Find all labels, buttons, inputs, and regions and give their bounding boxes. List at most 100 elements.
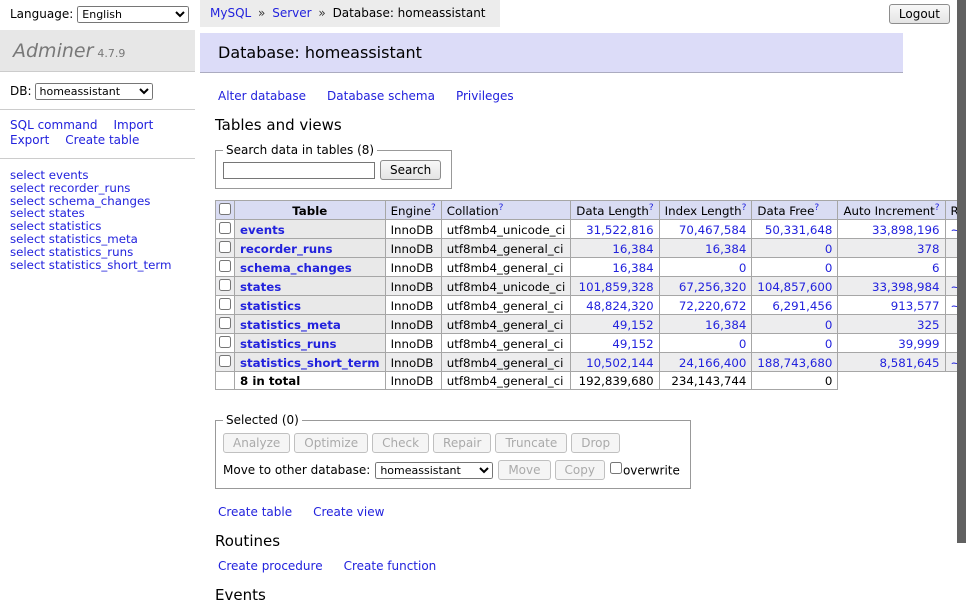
repair-button[interactable]: Repair — [433, 433, 491, 453]
index-length-link[interactable]: 70,467,584 — [679, 223, 747, 237]
data-free-link[interactable]: 0 — [825, 337, 833, 351]
search-button[interactable]: Search — [380, 160, 441, 180]
engine-cell: InnoDB — [385, 258, 441, 277]
overwrite-checkbox[interactable] — [610, 462, 622, 474]
sidebar-link-import[interactable]: Import — [113, 118, 153, 132]
help-icon[interactable]: ? — [649, 203, 654, 213]
table-link[interactable]: statistics — [240, 299, 301, 313]
data-length-link[interactable]: 10,502,144 — [586, 356, 654, 370]
row-checkbox[interactable] — [219, 241, 231, 253]
auto-increment-link[interactable]: 33,898,196 — [872, 223, 940, 237]
row-checkbox[interactable] — [219, 279, 231, 291]
sidebar-link-create-table[interactable]: Create table — [65, 133, 139, 147]
copy-button[interactable]: Copy — [555, 460, 605, 480]
help-icon[interactable]: ? — [499, 203, 504, 213]
row-checkbox[interactable] — [219, 222, 231, 234]
data-free-link[interactable]: 0 — [825, 242, 833, 256]
language-select[interactable]: English — [77, 6, 189, 23]
auto-increment-link[interactable]: 325 — [917, 318, 940, 332]
breadcrumb-server-link[interactable]: Server — [272, 6, 311, 20]
analyze-button[interactable]: Analyze — [223, 433, 290, 453]
auto-increment-link[interactable]: 39,999 — [898, 337, 939, 351]
sidebar-link-sql-command[interactable]: SQL command — [10, 118, 97, 132]
routines-heading: Routines — [215, 532, 966, 550]
create-view-link[interactable]: Create view — [313, 505, 384, 519]
app-version[interactable]: 4.7.9 — [97, 47, 125, 60]
search-input[interactable] — [223, 162, 375, 179]
truncate-button[interactable]: Truncate — [495, 433, 567, 453]
table-link[interactable]: schema_changes — [240, 261, 352, 275]
auto-increment-link[interactable]: 6 — [932, 261, 940, 275]
data-length-link[interactable]: 16,384 — [612, 261, 653, 275]
data-length-link[interactable]: 16,384 — [612, 242, 653, 256]
row-checkbox[interactable] — [219, 336, 231, 348]
index-length-link[interactable]: 72,220,672 — [679, 299, 747, 313]
data-length-link[interactable]: 101,859,328 — [579, 280, 654, 294]
table-link[interactable]: recorder_runs — [240, 242, 333, 256]
logout-button[interactable]: Logout — [889, 4, 950, 24]
table-link[interactable]: statistics_runs — [240, 337, 337, 351]
column-header-engine: Engine? — [385, 201, 441, 220]
row-checkbox[interactable] — [219, 298, 231, 310]
help-icon[interactable]: ? — [431, 203, 436, 213]
move-db-select[interactable]: homeassistant — [375, 462, 493, 479]
auto-increment-link[interactable]: 33,398,984 — [872, 280, 940, 294]
select-all-checkbox[interactable] — [219, 203, 231, 215]
data-length-link[interactable]: 31,522,816 — [586, 223, 654, 237]
data-free-link[interactable]: 188,743,680 — [757, 356, 832, 370]
row-checkbox[interactable] — [219, 260, 231, 272]
index-length-link[interactable]: 16,384 — [705, 318, 746, 332]
collation-cell: utf8mb4_general_ci — [441, 372, 571, 390]
index-length-link[interactable]: 16,384 — [705, 242, 746, 256]
vertical-scrollbar[interactable] — [957, 0, 966, 543]
db-select[interactable]: homeassistant — [35, 83, 153, 100]
help-icon[interactable]: ? — [814, 203, 819, 213]
alter-database-link[interactable]: Alter database — [218, 89, 306, 103]
data-free-link[interactable]: 6,291,456 — [772, 299, 832, 313]
data-free-link[interactable]: 0 — [825, 318, 833, 332]
data-length-link[interactable]: 49,152 — [612, 318, 653, 332]
drop-button[interactable]: Drop — [571, 433, 620, 453]
privileges-link[interactable]: Privileges — [456, 89, 514, 103]
row-checkbox[interactable] — [219, 355, 231, 367]
auto-increment-link[interactable]: 378 — [917, 242, 940, 256]
sidebar-item-select-statistics-short-term[interactable]: select statistics_short_term — [10, 259, 195, 272]
database-actions: Alter database Database schema Privileges — [218, 89, 966, 103]
table-link[interactable]: events — [240, 223, 285, 237]
data-length-total: 192,839,680 — [571, 372, 659, 390]
index-length-link[interactable]: 0 — [739, 337, 747, 351]
check-button[interactable]: Check — [372, 433, 429, 453]
database-schema-link[interactable]: Database schema — [327, 89, 435, 103]
help-icon[interactable]: ? — [742, 203, 747, 213]
index-length-link[interactable]: 67,256,320 — [679, 280, 747, 294]
index-length-link[interactable]: 24,166,400 — [679, 356, 747, 370]
sidebar-item-select-statistics-meta[interactable]: select statistics_meta — [10, 233, 195, 246]
create-function-link[interactable]: Create function — [344, 559, 437, 573]
sidebar-item-select-events[interactable]: select events — [10, 169, 195, 182]
data-length-link[interactable]: 49,152 — [612, 337, 653, 351]
row-checkbox[interactable] — [219, 317, 231, 329]
table-link[interactable]: statistics_meta — [240, 318, 341, 332]
sidebar-item-select-statistics-runs[interactable]: select statistics_runs — [10, 246, 195, 259]
table-link[interactable]: states — [240, 280, 281, 294]
sidebar-link-export[interactable]: Export — [10, 133, 49, 147]
data-length-link[interactable]: 48,824,320 — [586, 299, 654, 313]
engine-cell: InnoDB — [385, 353, 441, 372]
create-links: Create table Create view — [218, 505, 966, 519]
table-link[interactable]: statistics_short_term — [240, 356, 380, 370]
breadcrumb-mysql-link[interactable]: MySQL — [210, 6, 251, 20]
data-free-link[interactable]: 104,857,600 — [757, 280, 832, 294]
data-free-link[interactable]: 50,331,648 — [765, 223, 833, 237]
create-procedure-link[interactable]: Create procedure — [218, 559, 323, 573]
data-free-link[interactable]: 0 — [825, 261, 833, 275]
create-table-link[interactable]: Create table — [218, 505, 292, 519]
breadcrumb-current: Database: homeassistant — [333, 6, 486, 20]
optimize-button[interactable]: Optimize — [294, 433, 368, 453]
move-button[interactable]: Move — [498, 460, 550, 480]
index-length-link[interactable]: 0 — [739, 261, 747, 275]
auto-increment-link[interactable]: 8,581,645 — [879, 356, 939, 370]
auto-increment-link[interactable]: 913,577 — [891, 299, 940, 313]
collation-cell: utf8mb4_unicode_ci — [441, 220, 571, 239]
help-icon[interactable]: ? — [935, 203, 940, 213]
sidebar-item-select-recorder-runs[interactable]: select recorder_runs — [10, 182, 195, 195]
